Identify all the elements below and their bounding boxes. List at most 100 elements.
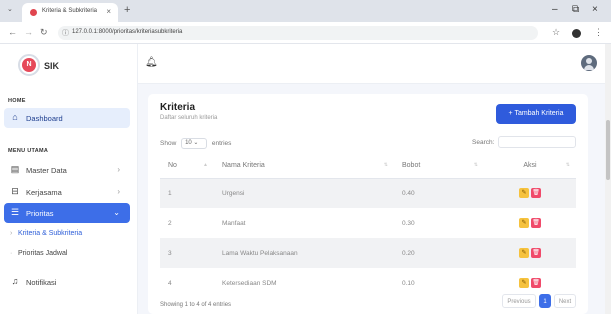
sort-icon: ⇅ (473, 162, 478, 168)
browser-menu-icon[interactable]: ⋮ (594, 27, 603, 38)
minimize-button[interactable]: – (552, 4, 558, 15)
delete-button[interactable]: 🗑︎ (531, 188, 541, 199)
delete-button[interactable]: 🗑︎ (531, 248, 541, 258)
cell-no: 1 (160, 178, 214, 208)
cell-bobot: 0.10 (402, 279, 415, 287)
chevron-right-icon: › (117, 187, 120, 196)
forward-icon[interactable]: → (24, 27, 33, 37)
bullet-icon: › (10, 230, 13, 237)
table-row: 1 Urgensi 0.40 ✎ 🗑︎ (160, 178, 576, 208)
sidebar-item-label: Kerjasama (26, 188, 62, 197)
sidebar-item-label: Master Data (26, 166, 67, 175)
cell-no: 4 (168, 279, 172, 287)
page-subtitle: Daftar seluruh kriteria (160, 115, 218, 121)
cell-no: 3 (160, 238, 214, 268)
entries-select[interactable]: 10 ⌄ (181, 138, 208, 149)
favicon-icon (30, 9, 37, 16)
logo: N (18, 54, 40, 76)
column-header-aksi[interactable]: Aksi ⇅ (484, 154, 576, 179)
cell-no: 2 (168, 219, 172, 227)
sidebar-item-notifikasi[interactable]: ♫ Notifikasi (4, 272, 130, 292)
table-info: Showing 1 to 4 of 4 entries (160, 302, 232, 308)
edit-button[interactable]: ✎ (519, 278, 529, 288)
sidebar-item-label: Dashboard (26, 114, 63, 123)
search-input[interactable] (498, 136, 576, 148)
browser-tab-bar: ⌄ Kriteria & Subkriteria × + – ⧉ × (0, 0, 611, 22)
bell-icon: ♫ (11, 276, 19, 286)
column-header-nama[interactable]: Nama Kriteria ⇅ (214, 154, 394, 179)
sidebar-item-label: Notifikasi (26, 278, 57, 287)
sidebar-item-prioritas[interactable]: ☰ Prioritas ⌄ (4, 203, 130, 223)
cell-nama: Ketersediaan SDM (222, 279, 277, 287)
edit-button[interactable]: ✎ (519, 248, 529, 258)
sidebar-subitem-prioritas-jadwal[interactable]: · Prioritas Jadwal (10, 250, 67, 257)
entries-select-value: 10 (185, 140, 192, 146)
brand-name: SIK (44, 61, 60, 71)
table-row: 3 Lama Waktu Pelaksanaan 0.20 ✎ 🗑︎ (160, 238, 576, 268)
bullet-icon: · (10, 250, 13, 257)
page-scrollbar[interactable] (605, 44, 611, 314)
tab-title: Kriteria & Subkriteria (42, 8, 98, 14)
kriteria-card: Kriteria Daftar seluruh kriteria + Tamba… (148, 94, 588, 314)
previous-button[interactable]: Previous (502, 294, 536, 308)
cell-nama: Manfaat (222, 219, 246, 227)
sidebar-item-kerjasama[interactable]: ⊟ Kerjasama › (4, 182, 130, 202)
database-icon: ▤ (10, 164, 20, 174)
cell-aksi: ✎ 🗑︎ (484, 238, 576, 268)
sidebar-subitem-label: Kriteria & Subkriteria (18, 230, 83, 237)
cell-bobot: 0.20 (394, 238, 484, 268)
table-row: 2 Manfaat 0.30 ✎ 🗑︎ (160, 208, 576, 238)
sort-icon: ▲ (203, 162, 208, 168)
site-info-icon[interactable]: ⓘ (62, 28, 69, 38)
briefcase-icon: ⊟ (11, 186, 19, 196)
column-header-no[interactable]: No ▲ (160, 154, 214, 179)
edit-button[interactable]: ✎ (519, 188, 529, 199)
browser-tab[interactable]: Kriteria & Subkriteria × (22, 3, 118, 22)
section-label-menu: MENU UTAMA (8, 148, 49, 154)
kriteria-table: No ▲ Nama Kriteria ⇅ Bobot ⇅ Aksi ⇅ 1 Urgens… (160, 154, 576, 298)
pagination: Previous 1 Next (502, 294, 576, 308)
delete-button[interactable]: 🗑︎ (531, 278, 541, 288)
sidebar: N SIK HOME ⌂ Dashboard MENU UTAMA ▤ Mast… (0, 44, 138, 314)
avatar-body (584, 65, 594, 70)
bookmark-star-icon[interactable]: ☆ (552, 27, 560, 38)
tab-list-icon[interactable]: ⌄ (7, 5, 13, 13)
entries-label: entries (211, 140, 232, 148)
section-label-home: HOME (8, 98, 26, 104)
chevron-down-icon: ⌄ (113, 208, 120, 217)
maximize-button[interactable]: ⧉ (572, 4, 579, 15)
sidebar-subitem-label: Prioritas Jadwal (18, 250, 68, 257)
sidebar-item-master-data[interactable]: ▤ Master Data › (4, 160, 130, 180)
cell-nama: Urgensi (214, 178, 394, 208)
chevron-right-icon: › (117, 165, 120, 174)
url-field[interactable]: ⓘ 127.0.0.1:8000/prioritas/kriteriasubkr… (58, 26, 538, 40)
delete-button[interactable]: 🗑︎ (531, 218, 541, 228)
sort-icon: ⇅ (565, 162, 570, 168)
avatar-head (586, 58, 592, 64)
new-tab-button[interactable]: + (124, 4, 130, 16)
entries-length-control: Show 10 ⌄ entries (160, 138, 231, 149)
profile-icon[interactable] (572, 29, 581, 38)
table-header-row: No ▲ Nama Kriteria ⇅ Bobot ⇅ Aksi ⇅ (160, 154, 576, 179)
cell-bobot: 0.40 (394, 178, 484, 208)
edit-button[interactable]: ✎ (519, 218, 529, 228)
notification-bell-icon[interactable]: 🔔︎ (145, 57, 158, 68)
back-icon[interactable]: ← (8, 27, 17, 37)
sidebar-item-label: Prioritas (26, 209, 54, 218)
sidebar-subitem-kriteria[interactable]: › Kriteria & Subkriteria (10, 230, 82, 237)
show-label: Show (160, 140, 177, 148)
page-1-button[interactable]: 1 (539, 294, 551, 308)
tab-close-icon[interactable]: × (106, 7, 111, 16)
reload-icon[interactable]: ↻ (40, 27, 48, 38)
next-button[interactable]: Next (554, 294, 576, 308)
sort-icon: ⇅ (383, 162, 388, 168)
scrollbar-thumb[interactable] (606, 120, 610, 180)
avatar[interactable] (581, 55, 597, 71)
add-kriteria-button[interactable]: + Tambah Kriteria (496, 104, 576, 124)
logo-mark: N (22, 58, 36, 72)
close-window-button[interactable]: × (592, 4, 598, 15)
list-icon: ☰ (10, 207, 20, 217)
top-header: 🔔︎ (138, 44, 611, 84)
column-header-bobot[interactable]: Bobot ⇅ (394, 154, 484, 179)
sidebar-item-dashboard[interactable]: ⌂ Dashboard (4, 108, 130, 128)
